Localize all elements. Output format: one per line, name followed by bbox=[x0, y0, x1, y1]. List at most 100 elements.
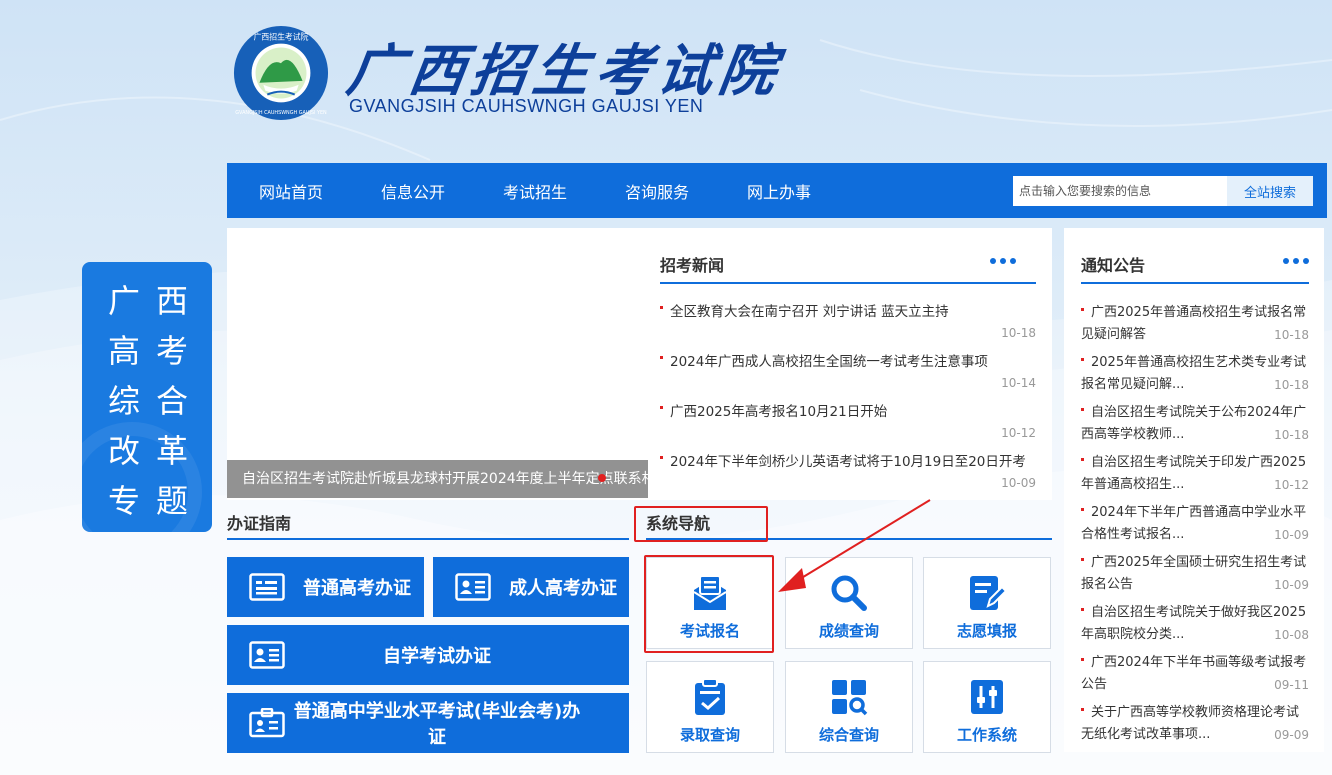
banner-char: 西 bbox=[155, 282, 188, 320]
sliders-icon bbox=[971, 680, 1003, 714]
notice-item[interactable]: 广西2024年下半年书画等级考试报考公告 09-11 bbox=[1081, 652, 1309, 702]
id-card-icon bbox=[249, 573, 285, 601]
gaokao-reform-banner[interactable]: 广 高 综 改 专 西 考 合 革 题 bbox=[82, 262, 212, 532]
guide-section-header: 办证指南 bbox=[227, 508, 629, 540]
notice-panel: 通知公告 广西2025年普通高校招生考试报名常见疑问解答 10-18 2025年… bbox=[1064, 228, 1324, 752]
edit-document-icon bbox=[970, 576, 1006, 610]
bullet-icon bbox=[660, 356, 663, 359]
grid-search-icon bbox=[832, 680, 868, 716]
news-item-title[interactable]: 2024年下半年剑桥少儿英语考试将于10月19日至20日开考 bbox=[670, 450, 1026, 470]
seal-text-top: 广西招生考试院 bbox=[254, 32, 309, 42]
tile-label: 工作系统 bbox=[956, 726, 1017, 744]
search-icon bbox=[831, 575, 867, 611]
score-query-tile[interactable]: 成绩查询 bbox=[785, 557, 913, 649]
notice-item-date: 10-18 bbox=[1270, 428, 1309, 442]
banner-char: 广 bbox=[107, 282, 140, 320]
news-more-icon[interactable] bbox=[990, 258, 1016, 264]
banner-char: 改 bbox=[107, 432, 140, 470]
slide-caption[interactable]: 自治区招生考试院赴忻城县龙球村开展2024年度上半年定点联系村 bbox=[227, 460, 648, 498]
notice-item-date: 10-18 bbox=[1270, 328, 1309, 342]
news-header: 招考新闻 bbox=[660, 248, 1036, 284]
news-item[interactable]: 2024年广西成人高校招生全国统一考试考生注意事项 10-14 bbox=[660, 350, 1036, 400]
banner-char: 革 bbox=[155, 432, 188, 470]
banner-char: 考 bbox=[155, 332, 188, 370]
bullet-icon bbox=[660, 306, 663, 309]
button-label: 自学考试办证 bbox=[383, 646, 491, 667]
comprehensive-query-tile[interactable]: 综合查询 bbox=[785, 661, 913, 753]
news-item[interactable]: 广西2025年高考报名10月21日开始 10-12 bbox=[660, 400, 1036, 450]
main-navbar: 网站首页 信息公开 考试招生 咨询服务 网上办事 全站搜索 bbox=[227, 163, 1327, 218]
news-item[interactable]: 2024年下半年剑桥少儿英语考试将于10月19日至20日开考 10-09 bbox=[660, 450, 1036, 500]
news-item[interactable]: 全区教育大会在南宁召开 刘宁讲话 蓝天立主持 10-18 bbox=[660, 300, 1036, 350]
notice-item[interactable]: 广西2025年全国硕士研究生招生考试报名公告 10-09 bbox=[1081, 552, 1309, 602]
admission-query-tile[interactable]: 录取查询 bbox=[646, 661, 774, 753]
slide-indicator-dot[interactable] bbox=[598, 474, 606, 482]
notice-list: 广西2025年普通高校招生考试报名常见疑问解答 10-18 2025年普通高校招… bbox=[1081, 302, 1309, 752]
nav-item-consult-service[interactable]: 咨询服务 bbox=[596, 179, 718, 203]
seal-text-bottom: GVANGJSIH CAUHSWNGH GAUJSI YEN bbox=[235, 110, 327, 116]
work-system-tile[interactable]: 工作系统 bbox=[923, 661, 1051, 753]
guide-title: 办证指南 bbox=[227, 514, 292, 533]
notice-item-date: 10-18 bbox=[1270, 378, 1309, 392]
news-list: 全区教育大会在南宁召开 刘宁讲话 蓝天立主持 10-18 2024年广西成人高校… bbox=[660, 300, 1036, 500]
notice-item[interactable]: 广西2025年普通高校招生考试报名常见疑问解答 10-18 bbox=[1081, 302, 1309, 352]
button-label: 普通高中学业水平考试(毕业会考)办证 bbox=[293, 701, 581, 748]
main-panel: 自治区招生考试院赴忻城县龙球村开展2024年度上半年定点联系村 招考新闻 全区教… bbox=[227, 228, 1052, 500]
notice-item[interactable]: 2025年普通高校招生艺术类专业考试报名常见疑问解... 10-18 bbox=[1081, 352, 1309, 402]
news-item-title[interactable]: 全区教育大会在南宁召开 刘宁讲话 蓝天立主持 bbox=[670, 300, 949, 320]
news-item-date: 10-18 bbox=[1001, 326, 1036, 340]
site-title-cn: 广西招生考试院 bbox=[342, 38, 787, 104]
notice-title: 通知公告 bbox=[1081, 256, 1146, 275]
nav-item-online-service[interactable]: 网上办事 bbox=[718, 179, 840, 203]
banner-text-column-2: 西 考 合 革 题 bbox=[152, 276, 192, 526]
clipboard-check-icon bbox=[695, 678, 725, 715]
id-card-icon bbox=[249, 641, 285, 669]
academic-level-certificate-button[interactable]: 普通高中学业水平考试(毕业会考)办证 bbox=[227, 693, 629, 753]
banner-char: 题 bbox=[155, 482, 188, 520]
badge-icon bbox=[249, 708, 285, 738]
news-title: 招考新闻 bbox=[660, 256, 725, 275]
banner-text-column-1: 广 高 综 改 专 bbox=[104, 276, 144, 526]
notice-item[interactable]: 自治区招生考试院关于公布2024年广西高等学校教师... 10-18 bbox=[1081, 402, 1309, 452]
nav-item-home[interactable]: 网站首页 bbox=[230, 179, 352, 203]
nav-item-info-disclosure[interactable]: 信息公开 bbox=[352, 179, 474, 203]
adult-gaokao-certificate-button[interactable]: 成人高考办证 bbox=[433, 557, 629, 617]
news-item-date: 10-14 bbox=[1001, 376, 1036, 390]
notice-item-date: 10-09 bbox=[1270, 528, 1309, 542]
notice-item[interactable]: 关于广西高等学校教师资格理论考试无纸化考试改革事项... 09-09 bbox=[1081, 702, 1309, 752]
news-item-title[interactable]: 广西2025年高考报名10月21日开始 bbox=[670, 400, 887, 420]
site-search-button[interactable]: 全站搜索 bbox=[1227, 176, 1313, 206]
site-title-en: GVANGJSIH CAUHSWNGH GAUJSI YEN bbox=[349, 96, 704, 116]
id-card-icon bbox=[455, 573, 491, 601]
button-label: 普通高考办证 bbox=[303, 578, 411, 599]
banner-char: 专 bbox=[107, 482, 140, 520]
search-input[interactable] bbox=[1013, 176, 1227, 206]
news-item-title[interactable]: 2024年广西成人高校招生全国统一考试考生注意事项 bbox=[670, 350, 988, 370]
notice-item[interactable]: 自治区招生考试院关于印发广西2025年普通高校招生... 10-12 bbox=[1081, 452, 1309, 502]
volunteer-filling-tile[interactable]: 志愿填报 bbox=[923, 557, 1051, 649]
banner-char: 合 bbox=[155, 382, 188, 420]
self-study-certificate-button[interactable]: 自学考试办证 bbox=[227, 625, 629, 685]
site-logo[interactable]: 广西招生考试院 GVANGJSIH CAUHSWNGH GAUJSI YEN bbox=[232, 24, 330, 122]
notice-item-date: 09-11 bbox=[1270, 678, 1309, 692]
nav-item-exam-admission[interactable]: 考试招生 bbox=[474, 179, 596, 203]
notice-item-date: 10-08 bbox=[1270, 628, 1309, 642]
gaokao-certificate-button[interactable]: 普通高考办证 bbox=[227, 557, 424, 617]
news-item-date: 10-12 bbox=[1001, 426, 1036, 440]
notice-header: 通知公告 bbox=[1081, 248, 1309, 284]
notice-item[interactable]: 自治区招生考试院关于做好我区2025年高职院校分类... 10-08 bbox=[1081, 602, 1309, 652]
notice-item-date: 10-09 bbox=[1270, 578, 1309, 592]
notice-item-date: 09-09 bbox=[1270, 728, 1309, 742]
bullet-icon bbox=[660, 456, 663, 459]
button-label: 成人高考办证 bbox=[509, 578, 617, 599]
bullet-icon bbox=[660, 406, 663, 409]
highlight-frame-title bbox=[634, 506, 768, 542]
notice-item-date: 10-12 bbox=[1270, 478, 1309, 492]
tile-label: 录取查询 bbox=[679, 726, 740, 744]
notice-more-icon[interactable] bbox=[1283, 258, 1309, 264]
news-slideshow[interactable]: 自治区招生考试院赴忻城县龙球村开展2024年度上半年定点联系村 bbox=[227, 228, 648, 500]
notice-item[interactable]: 2024年下半年广西普通高中学业水平合格性考试报名... 10-09 bbox=[1081, 502, 1309, 552]
tile-label: 志愿填报 bbox=[956, 622, 1017, 640]
tile-label: 综合查询 bbox=[818, 726, 879, 744]
highlight-frame-tile bbox=[644, 555, 774, 653]
